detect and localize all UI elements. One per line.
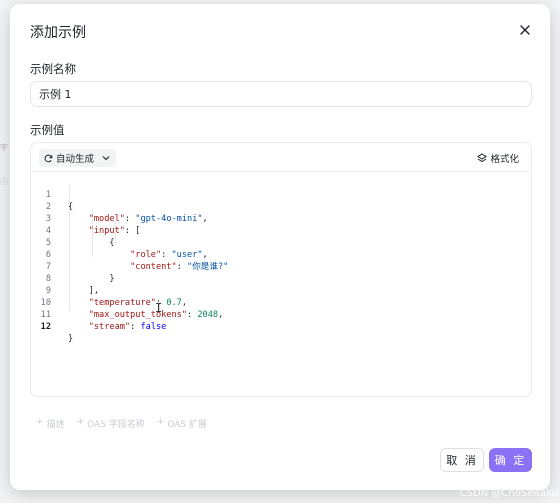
code-text: "max_output_tokens": 2048,: [88, 310, 224, 320]
code-line: 1 {: [31, 177, 73, 212]
code-line: 11 "stream": false: [31, 297, 167, 332]
code-line: 9 "temperature": 0.7,: [31, 273, 187, 308]
addon-label: OAS 扩展: [167, 420, 207, 430]
code-text: ],: [88, 286, 100, 296]
confirm-button[interactable]: 确 定: [489, 448, 532, 472]
code-line: 4 {: [31, 213, 115, 248]
code-text: }: [68, 334, 74, 344]
json-editor[interactable]: 自动生成 格式化 1 { 2 "model": "gpt-4o-mini", 3…: [30, 142, 532, 397]
example-name-label: 示例名称: [30, 62, 76, 76]
close-button[interactable]: [516, 21, 534, 39]
code-line: 6 "content": "你是谁?": [31, 237, 229, 272]
example-value-label: 示例值: [30, 123, 65, 137]
add-example-dialog: 添加示例 示例名称 示例值 自动生成: [10, 4, 550, 490]
example-name-input[interactable]: [30, 81, 532, 107]
line-number: 12: [40, 322, 51, 332]
dialog-title: 添加示例: [30, 25, 86, 41]
code-text: "content": "你是谁?": [130, 262, 229, 272]
format-icon: [477, 153, 488, 163]
cancel-button[interactable]: 取 消: [440, 448, 484, 472]
addon-label: OAS 字段名称: [87, 420, 145, 430]
addon-toolbar: + 描述 + OAS 字段名称 + OAS 扩展: [36, 417, 207, 430]
add-oas-field-name-button[interactable]: + OAS 字段名称: [77, 417, 145, 430]
chevron-down-icon: [102, 156, 110, 161]
watermark: CSDN @ChoSeitaku: [459, 488, 558, 499]
code-area[interactable]: 1 { 2 "model": "gpt-4o-mini", 3 "input":…: [31, 173, 531, 396]
code-text: {: [109, 238, 115, 248]
plus-icon: +: [36, 417, 44, 427]
text-cursor-icon: I: [155, 301, 163, 315]
refresh-icon: [44, 154, 53, 162]
code-text: }: [109, 274, 115, 284]
code-text: "stream": false: [88, 322, 167, 332]
code-text: "role": "user",: [130, 250, 208, 260]
plus-icon: +: [76, 417, 85, 427]
plus-icon: +: [156, 417, 165, 427]
code-line: 2 "model": "gpt-4o-mini",: [31, 189, 208, 224]
code-line: 3 "input": [: [31, 201, 141, 236]
editor-toolbar: 自动生成 格式化: [31, 143, 531, 172]
addon-label: 描述: [46, 420, 65, 430]
add-oas-extension-button[interactable]: + OAS 扩展: [157, 417, 207, 430]
autogen-label: 自动生成: [56, 154, 95, 165]
code-line: 12 }: [31, 309, 74, 344]
format-button[interactable]: 格式化: [477, 151, 519, 165]
background-hint: ⓘ: [0, 177, 8, 186]
add-description-button[interactable]: + 描述: [36, 417, 65, 430]
code-text: "input": [: [88, 226, 141, 236]
code-line: 5 "role": "user",: [31, 225, 208, 260]
code-line: 10 "max_output_tokens": 2048,: [31, 285, 224, 320]
autogen-dropdown-button[interactable]: 自动生成: [39, 149, 117, 167]
close-icon: [520, 25, 530, 35]
format-label: 格式化: [490, 154, 519, 165]
code-line: 8 ],: [31, 261, 99, 296]
code-text: "model": "gpt-4o-mini",: [88, 214, 208, 224]
code-text: "temperature": 0.7,: [88, 298, 188, 308]
code-line: 7 }: [31, 249, 115, 284]
background-hint: 字: [0, 143, 8, 152]
